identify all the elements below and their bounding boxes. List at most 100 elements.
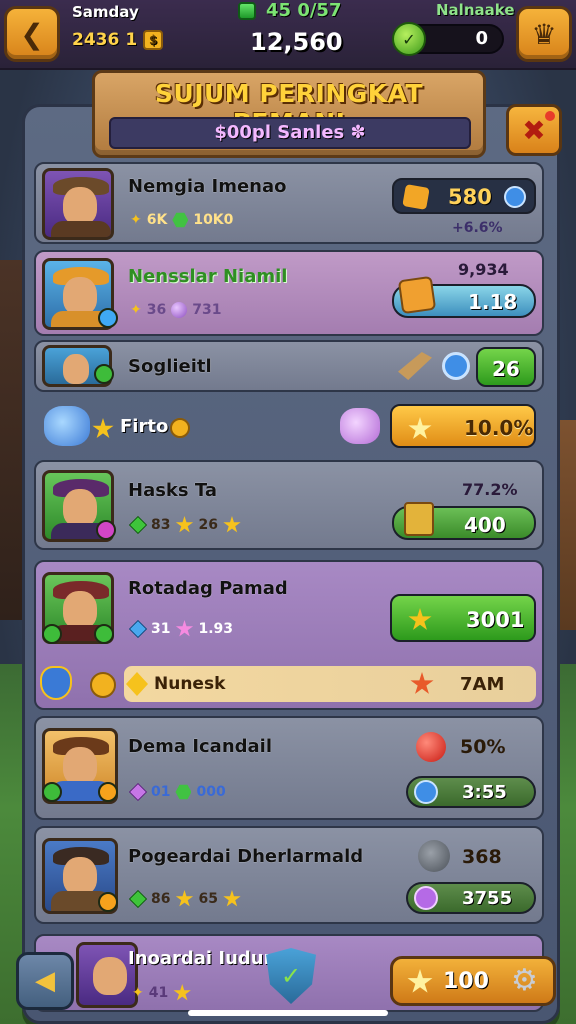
close-icon: ✖ bbox=[522, 113, 546, 147]
bonus-name: Firto bbox=[120, 416, 169, 437]
gem-icon bbox=[128, 889, 148, 909]
creature-icon bbox=[44, 406, 90, 446]
player-stat: 2436 bbox=[72, 30, 120, 50]
leaderboard-row[interactable]: Nensslar Niamil ✦ 36 731 9,934 1.18 bbox=[34, 250, 544, 336]
player-name: Hasks Ta bbox=[128, 480, 217, 501]
orange-badge bbox=[98, 782, 118, 802]
bonus-value: 10.0% bbox=[464, 416, 534, 440]
compass-icon bbox=[414, 780, 438, 804]
stat-value: 65 bbox=[198, 891, 218, 907]
leaf-icon: ✓ bbox=[392, 22, 426, 56]
avatar bbox=[42, 168, 114, 240]
player-name: Samday bbox=[72, 3, 139, 21]
info-icon bbox=[504, 186, 526, 208]
player-stats: 01 000 bbox=[128, 782, 226, 802]
currency-pill[interactable]: ✓ 0 bbox=[392, 22, 504, 56]
player-name: Dema Icandail bbox=[128, 736, 273, 757]
notification-dot bbox=[545, 111, 555, 121]
star-icon bbox=[175, 516, 194, 533]
player-stats: ✦ 36 731 bbox=[130, 302, 222, 318]
coin-icon bbox=[90, 672, 116, 698]
player-stats: ✦ 41 bbox=[132, 984, 191, 1002]
gem-icon bbox=[128, 782, 148, 802]
score-top: 77.2% bbox=[462, 480, 518, 499]
stat-value: 1.93 bbox=[198, 621, 234, 637]
star-icon bbox=[175, 620, 194, 637]
star-icon bbox=[92, 418, 114, 439]
scroll-icon bbox=[404, 502, 434, 536]
sub-row-name: Nunesk bbox=[154, 674, 226, 694]
crown-icon: ♛ bbox=[531, 17, 557, 51]
leaderboard-row[interactable]: Rotadag Pamad 31 1.93 3001 Nunesk 7AM bbox=[34, 560, 544, 710]
player-stats: ✦ 6K 10K0 bbox=[130, 212, 234, 228]
shield-icon bbox=[40, 666, 72, 700]
stat-value: 6K bbox=[146, 212, 168, 228]
bonus-row[interactable]: Firto 10.0% bbox=[34, 398, 544, 454]
player-stats: 31 1.93 bbox=[128, 619, 234, 639]
gem-icon bbox=[128, 515, 148, 535]
reward-value: 100 bbox=[443, 969, 489, 994]
player-stats: 86 65 bbox=[128, 889, 241, 909]
panel-subtitle: $00pl Sanles ✽ bbox=[109, 117, 471, 149]
player-name: Rotadag Pamad bbox=[128, 578, 288, 599]
bonus-pill[interactable]: 10.0% bbox=[390, 404, 536, 448]
score-pill: 3:55 bbox=[406, 776, 536, 808]
stat-value: 86 bbox=[151, 891, 171, 907]
close-button[interactable]: ✖ bbox=[506, 104, 562, 156]
leaderboard-row[interactable]: Pogeardai Dherlarmald 86 65 368 3755 bbox=[34, 826, 544, 924]
balloon-icon bbox=[416, 732, 446, 762]
star-icon bbox=[173, 984, 191, 1001]
back-arrow-button[interactable]: ◀ bbox=[16, 952, 74, 1010]
score-pill: 3001 bbox=[390, 594, 536, 642]
green-badge bbox=[42, 624, 62, 644]
orange-badge bbox=[98, 892, 118, 912]
chest-icon bbox=[402, 184, 430, 210]
top-bar: ❮ Samday 2436 1 $ 45 0/57 12,560 Nalnaak… bbox=[0, 0, 576, 70]
leaderboard-row[interactable]: Hasks Ta 83 26 77.2% 400 bbox=[34, 460, 544, 550]
home-indicator bbox=[188, 1010, 388, 1016]
player-stats: 2436 1 $ bbox=[72, 30, 164, 50]
leaderboard-row[interactable]: Dema Icandail 01 000 50% 3:55 bbox=[34, 716, 544, 820]
coin-icon: $ bbox=[143, 30, 164, 50]
stat-value: 731 bbox=[192, 302, 222, 318]
green-badge bbox=[94, 624, 114, 644]
currency-value: 0 bbox=[475, 28, 488, 49]
leaderboard-row[interactable]: Nemgia Imenao ✦ 6K 10K0 580 +6.6% bbox=[34, 162, 544, 244]
potion-icon bbox=[414, 886, 438, 910]
check-icon: ✓ bbox=[280, 962, 302, 990]
star-icon bbox=[223, 516, 241, 533]
stat-value: 26 bbox=[198, 517, 218, 533]
score-value: 580 bbox=[448, 185, 492, 209]
score-value: 26 bbox=[492, 357, 520, 381]
back-button[interactable]: ❮ bbox=[4, 6, 60, 62]
stat-value: 000 bbox=[196, 784, 226, 800]
stat-value: 36 bbox=[146, 302, 167, 318]
blue-gem-badge bbox=[98, 308, 118, 328]
score-value: 3:55 bbox=[462, 782, 507, 803]
gem-icon bbox=[175, 784, 192, 800]
title-banner: SUJUM PERINGKAT PEMANI $00pl Sanles ✽ bbox=[92, 70, 486, 158]
total-score: 12,560 bbox=[250, 28, 343, 56]
score-pill: 26 bbox=[476, 347, 536, 387]
score-value: 3755 bbox=[462, 888, 513, 909]
pet-icon bbox=[340, 408, 380, 444]
stat-value: 83 bbox=[151, 517, 171, 533]
green-badge bbox=[42, 782, 62, 802]
player-name: Pogeardai Dherlarmald bbox=[128, 846, 364, 867]
score-pill: 3755 bbox=[406, 882, 536, 914]
player-name: Nensslar Niamil bbox=[128, 266, 288, 287]
score-value: 1.18 bbox=[468, 290, 518, 314]
reward-button[interactable]: 100 ⚙ bbox=[390, 956, 556, 1006]
star-icon bbox=[175, 890, 194, 907]
crown-button[interactable]: ♛ bbox=[516, 6, 572, 62]
score-pill: 400 bbox=[392, 502, 536, 540]
score-pill: 580 bbox=[392, 178, 536, 214]
gem-icon bbox=[172, 212, 189, 228]
stat-value: 01 bbox=[151, 784, 171, 800]
target-icon bbox=[442, 352, 470, 380]
leaderboard-row[interactable]: Soglieitl 26 bbox=[34, 340, 544, 392]
book-stack-icon bbox=[397, 275, 437, 315]
gear-icon bbox=[418, 840, 450, 872]
star-icon bbox=[407, 969, 433, 993]
chevron-left-icon: ❮ bbox=[20, 17, 44, 51]
